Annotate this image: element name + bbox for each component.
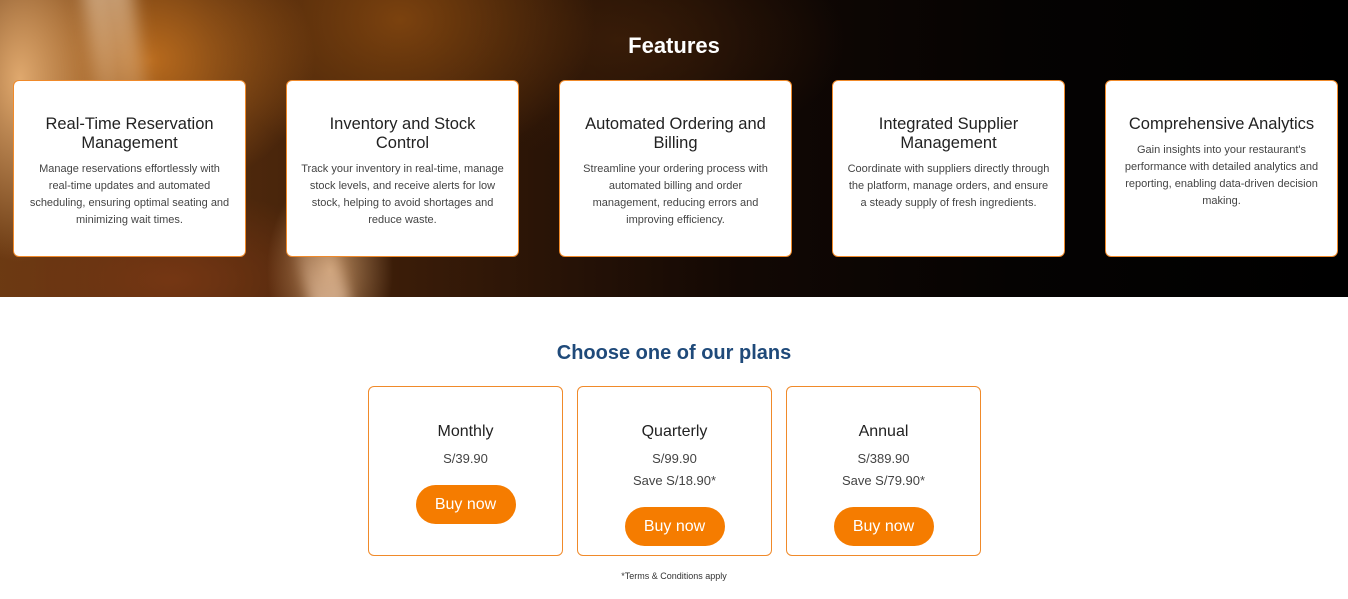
plan-price: S/39.90 bbox=[443, 451, 488, 466]
plan-name: Monthly bbox=[437, 423, 494, 440]
feature-description: Track your inventory in real-time, manag… bbox=[301, 163, 504, 226]
plan-card-quarterly: Quarterly S/99.90 Save S/18.90* Buy now bbox=[577, 386, 772, 556]
feature-title: Automated Ordering and Billing bbox=[585, 115, 766, 152]
feature-description: Manage reservations effortlessly with re… bbox=[29, 163, 230, 226]
feature-card-inventory: Inventory and Stock Control Track your i… bbox=[286, 80, 519, 257]
feature-card-suppliers: Integrated Supplier Management Coordinat… bbox=[832, 80, 1065, 257]
feature-description: Gain insights into your restaurant's per… bbox=[1124, 144, 1319, 207]
terms-note: *Terms & Conditions apply bbox=[621, 571, 727, 581]
plan-price: S/389.90 bbox=[857, 451, 910, 466]
features-list: Real-Time Reservation Management Manage … bbox=[13, 80, 1338, 257]
feature-title: Integrated Supplier Management bbox=[878, 115, 1019, 152]
feature-description: Streamline your ordering process with au… bbox=[583, 163, 768, 226]
feature-card-ordering: Automated Ordering and Billing Streamlin… bbox=[559, 80, 792, 257]
buy-now-button-monthly[interactable]: Buy now bbox=[415, 485, 516, 524]
feature-description: Coordinate with suppliers directly throu… bbox=[847, 163, 1050, 209]
feature-card-reservations: Real-Time Reservation Management Manage … bbox=[13, 80, 246, 257]
plan-price: S/99.90 bbox=[652, 451, 697, 466]
feature-card-analytics: Comprehensive Analytics Gain insights in… bbox=[1105, 80, 1338, 257]
plan-name: Annual bbox=[858, 423, 909, 440]
plan-card-monthly: Monthly S/39.90 Buy now bbox=[368, 386, 563, 556]
plan-name: Quarterly bbox=[641, 423, 708, 440]
buy-now-button-quarterly[interactable]: Buy now bbox=[624, 507, 725, 546]
plan-savings: Save S/79.90* bbox=[841, 473, 926, 488]
feature-title: Inventory and Stock Control bbox=[329, 115, 476, 152]
feature-title: Real-Time Reservation Management bbox=[45, 115, 214, 152]
features-title: Features bbox=[628, 33, 720, 58]
features-section: Features Real-Time Reservation Managemen… bbox=[0, 0, 1348, 297]
buy-now-button-annual[interactable]: Buy now bbox=[833, 507, 934, 546]
plan-card-annual: Annual S/389.90 Save S/79.90* Buy now bbox=[786, 386, 981, 556]
plans-list: Monthly S/39.90 Buy now Quarterly S/99.9… bbox=[368, 386, 981, 556]
feature-title: Comprehensive Analytics bbox=[1128, 115, 1315, 133]
plans-title: Choose one of our plans bbox=[556, 342, 792, 364]
plan-savings: Save S/18.90* bbox=[632, 473, 717, 488]
